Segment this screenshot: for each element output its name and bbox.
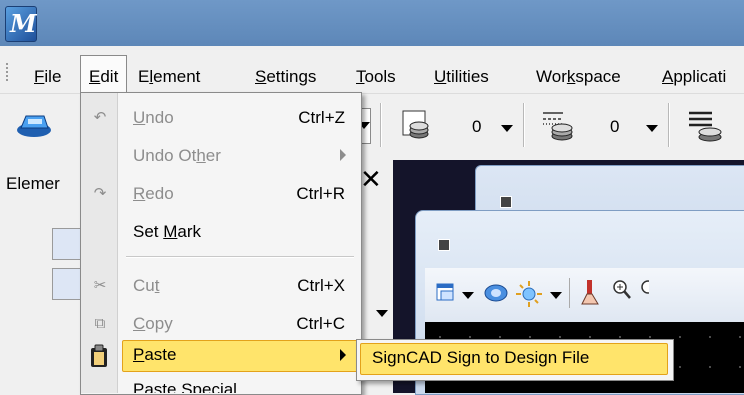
menu-workspace[interactable]: Workspace: [536, 66, 621, 88]
window-menu-icon[interactable]: [500, 196, 512, 208]
toolbar-separator: [569, 278, 570, 308]
menu-settings[interactable]: Settings: [255, 66, 316, 88]
toolbar-separator: [668, 103, 670, 147]
panel-title: Elemer: [6, 174, 60, 193]
menu-item-paste-special[interactable]: Paste Special: [81, 376, 360, 393]
submenu-arrow-icon: [340, 149, 346, 161]
redo-icon: ↷: [93, 185, 107, 202]
active-level-icon[interactable]: [12, 110, 56, 142]
menu-edit[interactable]: Edit: [89, 66, 118, 88]
scissors-icon: ✂: [93, 277, 107, 294]
shortcut-copy: Ctrl+C: [296, 314, 345, 333]
line-style-dropdown-icon[interactable]: [501, 125, 513, 132]
menu-file[interactable]: File: [34, 66, 61, 88]
clipboard-icon: [89, 344, 111, 368]
line-style-value: 0: [472, 117, 482, 136]
menubar-grip-icon[interactable]: [6, 63, 8, 81]
view-attributes-icon[interactable]: [435, 282, 457, 304]
zoom-in-icon[interactable]: [611, 278, 633, 304]
panel-close-icon[interactable]: ✕: [360, 165, 382, 195]
window-menu-icon[interactable]: [438, 239, 450, 251]
panel-expand-icon[interactable]: [376, 310, 388, 317]
menu-item-paste[interactable]: Paste: [81, 340, 360, 372]
menu-element[interactable]: Element: [138, 66, 200, 88]
menu-tools[interactable]: Tools: [356, 66, 396, 88]
menu-item-set-mark[interactable]: Set Mark: [81, 216, 360, 248]
menu-utilities[interactable]: Utilities: [434, 66, 489, 88]
menu-item-cut[interactable]: ✂ Cut Ctrl+X: [81, 270, 360, 302]
menu-item-redo[interactable]: ↷ Redo Ctrl+R: [81, 178, 360, 210]
line-color-icon[interactable]: [400, 108, 434, 144]
display-style-icon[interactable]: [483, 280, 513, 306]
lighting-icon[interactable]: [515, 280, 543, 308]
shortcut-cut: Ctrl+X: [297, 276, 345, 295]
menu-item-copy[interactable]: ⧉ Copy Ctrl+C: [81, 308, 360, 340]
zoom-out-icon[interactable]: [639, 278, 649, 304]
microstation-logo-icon[interactable]: M: [5, 6, 37, 42]
menu-item-signcad-sign-to-design-file[interactable]: SignCAD Sign to Design File: [372, 348, 589, 368]
title-bar: [0, 0, 744, 46]
copy-icon: ⧉: [94, 315, 106, 332]
toolbar-separator: [523, 103, 525, 147]
shortcut-redo: Ctrl+R: [296, 184, 345, 203]
line-weight-value: 0: [610, 117, 620, 136]
menu-separator: [126, 256, 354, 258]
menu-item-undo-other[interactable]: Undo Other: [81, 140, 360, 172]
view-toolbar: [425, 268, 744, 322]
line-weight-dropdown-icon[interactable]: [646, 125, 658, 132]
submenu-arrow-icon: [340, 349, 346, 361]
line-weight-icon[interactable]: [540, 108, 576, 144]
shortcut-undo: Ctrl+Z: [298, 108, 345, 127]
element-class-icon[interactable]: [686, 108, 726, 144]
update-view-icon[interactable]: [579, 278, 601, 308]
view-attributes-dropdown-icon[interactable]: [462, 292, 474, 299]
menu-item-undo[interactable]: ↶ Undo Ctrl+Z: [81, 102, 360, 134]
lighting-dropdown-icon[interactable]: [550, 292, 562, 299]
undo-icon: ↶: [93, 109, 107, 126]
toolbar-separator: [380, 103, 382, 147]
menu-applications[interactable]: Applicati: [662, 66, 726, 88]
